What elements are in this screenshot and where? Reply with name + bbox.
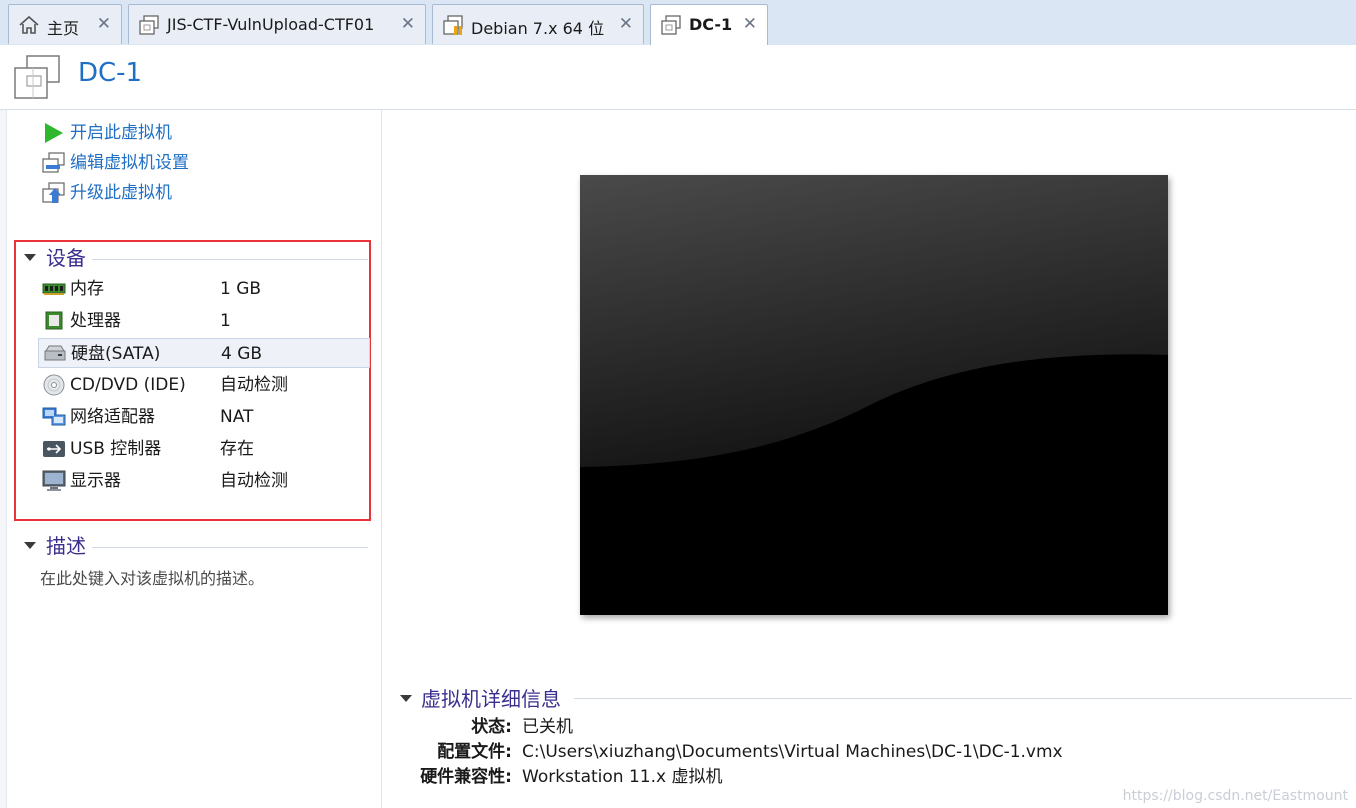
memory-icon (42, 283, 66, 295)
tab-label: Debian 7.x 64 位 (471, 19, 605, 38)
device-value: 存在 (220, 439, 254, 459)
tab-dc-1[interactable]: DC-1 ✕ (650, 4, 768, 46)
device-row-cd-dvd[interactable]: CD/DVD (IDE) 自动检测 (38, 370, 370, 400)
device-name: 处理器 (70, 311, 121, 331)
vm-icon (14, 55, 60, 99)
device-value: 1 GB (220, 279, 262, 299)
device-value: 4 GB (221, 344, 263, 364)
usb-icon (43, 441, 65, 457)
detail-label: 状态: (471, 717, 512, 737)
device-value: 自动检测 (220, 471, 288, 491)
collapse-triangle-icon[interactable] (400, 695, 412, 702)
vm-header: DC-1 (0, 45, 1356, 110)
tab-debian[interactable]: Debian 7.x 64 位 ✕ (432, 4, 644, 44)
device-name: 硬盘(SATA) (71, 344, 161, 364)
watermark: https://blog.csdn.net/Eastmount (1122, 788, 1348, 804)
device-row-cpu[interactable]: 处理器 1 (38, 306, 370, 336)
device-name: USB 控制器 (70, 439, 162, 459)
vm-details-section-header[interactable]: 虚拟机详细信息 (398, 686, 1352, 712)
devices-heading: 设备 (46, 246, 86, 270)
device-name: 网络适配器 (70, 407, 155, 427)
device-name: 内存 (70, 279, 104, 299)
vm-details-heading: 虚拟机详细信息 (421, 687, 561, 711)
network-adapter-icon (42, 407, 66, 426)
section-divider (574, 698, 1352, 699)
close-icon[interactable]: ✕ (619, 14, 633, 34)
description-heading: 描述 (46, 534, 86, 558)
edit-settings-label: 编辑虚拟机设置 (70, 153, 189, 173)
tab-label: DC-1 (689, 15, 733, 34)
hard-disk-icon (44, 345, 66, 361)
power-on-label: 开启此虚拟机 (70, 123, 172, 143)
device-value: 1 (220, 311, 231, 331)
cpu-icon (45, 311, 63, 330)
vm-running-icon (443, 15, 463, 35)
description-placeholder[interactable]: 在此处键入对该虚拟机的描述。 (40, 565, 264, 589)
cd-dvd-icon (43, 374, 65, 396)
tab-label: JIS-CTF-VulnUpload-CTF01 (167, 15, 375, 34)
device-value: NAT (220, 407, 254, 427)
collapse-triangle-icon[interactable] (24, 542, 36, 549)
vm-icon (661, 15, 681, 35)
close-icon[interactable]: ✕ (743, 14, 757, 34)
page-title: DC-1 (78, 58, 143, 88)
detail-label: 配置文件: (437, 742, 512, 762)
description-section-header[interactable]: 描述 (22, 533, 368, 559)
device-row-hard-disk[interactable]: 硬盘(SATA) 4 GB (38, 338, 370, 368)
settings-icon (42, 152, 65, 173)
device-value: 自动检测 (220, 375, 288, 395)
device-row-network-adapter[interactable]: 网络适配器 NAT (38, 402, 370, 432)
vmware-window: 主页 ✕ JIS-CTF-VulnUpload-CTF01 ✕ Debian 7… (0, 0, 1356, 808)
device-name: CD/DVD (IDE) (70, 375, 186, 395)
detail-value: 已关机 (522, 717, 573, 737)
devices-section-header[interactable]: 设备 (22, 245, 368, 271)
close-icon[interactable]: ✕ (401, 14, 415, 34)
detail-label: 硬件兼容性: (420, 767, 512, 787)
left-edge-bar (0, 110, 7, 808)
tab-jis-ctf[interactable]: JIS-CTF-VulnUpload-CTF01 ✕ (128, 4, 426, 44)
collapse-triangle-icon[interactable] (24, 254, 36, 261)
display-icon (42, 470, 66, 491)
upgrade-label: 升级此虚拟机 (70, 183, 172, 203)
play-icon (45, 123, 63, 143)
vm-icon (139, 15, 159, 35)
tab-home[interactable]: 主页 ✕ (8, 4, 122, 44)
detail-value: Workstation 11.x 虚拟机 (522, 767, 723, 787)
tab-label: 主页 (47, 19, 80, 38)
detail-value: C:\Users\xiuzhang\Documents\Virtual Mach… (522, 742, 1063, 762)
section-divider (92, 259, 368, 260)
upgrade-icon (42, 182, 65, 203)
tab-strip: 主页 ✕ JIS-CTF-VulnUpload-CTF01 ✕ Debian 7… (0, 0, 1356, 46)
vm-preview-thumbnail[interactable] (580, 175, 1168, 615)
device-row-usb[interactable]: USB 控制器 存在 (38, 434, 370, 464)
home-icon (19, 15, 39, 34)
close-icon[interactable]: ✕ (97, 14, 111, 34)
device-row-memory[interactable]: 内存 1 GB (38, 274, 370, 304)
device-row-display[interactable]: 显示器 自动检测 (38, 466, 370, 496)
device-name: 显示器 (70, 471, 121, 491)
section-divider (92, 547, 368, 548)
